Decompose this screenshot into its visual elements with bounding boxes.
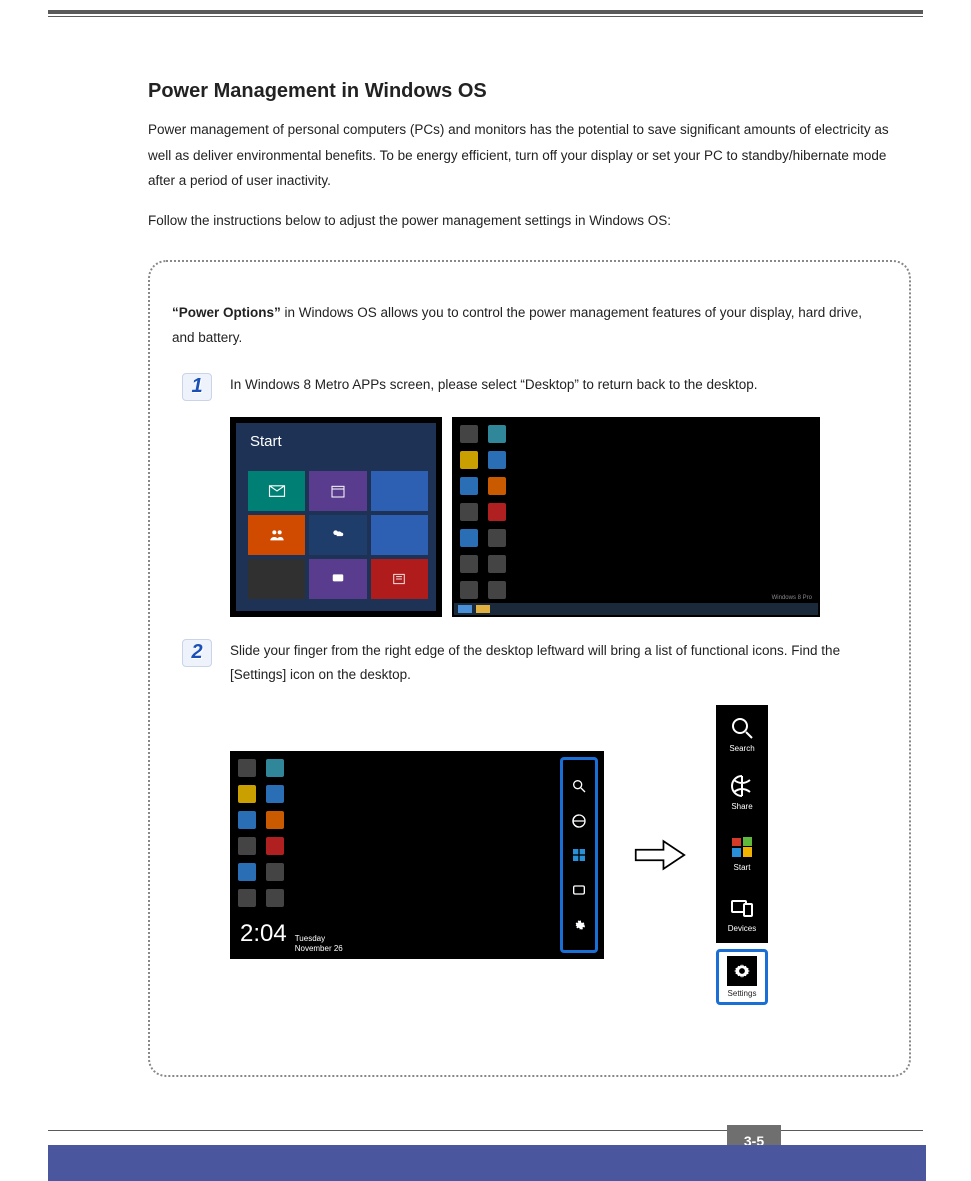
tile-calendar <box>309 471 366 511</box>
charm-search-label: Search <box>729 744 754 753</box>
desktop-icon <box>460 529 478 547</box>
charm-start-label: Start <box>734 863 751 872</box>
intro-paragraph-1: Power management of personal computers (… <box>148 117 911 194</box>
step1-screenshots: Start <box>230 417 887 617</box>
instructions-box: “Power Options” in Windows OS allows you… <box>148 260 911 1078</box>
desktop-icon <box>266 811 284 829</box>
desktop-icon <box>488 581 506 599</box>
charm-start: Start <box>716 821 768 885</box>
bottom-bar <box>48 1145 926 1181</box>
step-2-text: Slide your finger from the right edge of… <box>230 639 887 688</box>
settings-icon <box>569 914 589 936</box>
desktop-icon <box>488 425 506 443</box>
desktop-icon <box>238 759 256 777</box>
step-1: 1 In Windows 8 Metro APPs screen, please… <box>172 373 887 401</box>
clock-day: Tuesday <box>295 934 325 943</box>
windows-watermark: Windows 8 Pro <box>772 595 812 601</box>
page-content: Power Management in Windows OS Power man… <box>148 80 911 1077</box>
taskbar <box>454 603 818 615</box>
screenshot-start-screen: Start <box>230 417 442 617</box>
power-options-bold: “Power Options” <box>172 305 281 320</box>
tile-generic-1 <box>371 471 428 511</box>
devices-icon <box>569 879 589 901</box>
clock-date: November 26 <box>295 944 343 953</box>
search-icon <box>569 775 589 797</box>
desktop-icon <box>266 785 284 803</box>
charm-settings-highlighted: Settings <box>716 949 768 1005</box>
desktop-icon <box>460 581 478 599</box>
step-2-badge: 2 <box>182 639 212 667</box>
desktop-icon <box>488 555 506 573</box>
share-icon <box>569 810 589 832</box>
tile-news <box>371 559 428 599</box>
desktop-icon <box>460 425 478 443</box>
charm-devices-label: Devices <box>728 924 756 933</box>
desktop-icon <box>238 889 256 907</box>
tile-weather <box>309 515 366 555</box>
desktop-icon <box>460 477 478 495</box>
taskbar-item <box>476 605 490 613</box>
desktop-icon <box>488 451 506 469</box>
step-1-text: In Windows 8 Metro APPs screen, please s… <box>230 373 887 401</box>
step-2: 2 Slide your finger from the right edge … <box>172 639 887 688</box>
desktop-icon <box>460 555 478 573</box>
tile-desktop <box>248 559 305 599</box>
charms-bar-large: Search Share Start Devices <box>716 705 768 1005</box>
start-icon <box>569 844 589 866</box>
desktop-icon <box>266 863 284 881</box>
desktop-icon <box>460 503 478 521</box>
page-heading: Power Management in Windows OS <box>148 80 911 103</box>
desktop-icon <box>460 451 478 469</box>
box-lead: “Power Options” in Windows OS allows you… <box>172 300 887 351</box>
desktop-icon <box>238 785 256 803</box>
intro-paragraph-2: Follow the instructions below to adjust … <box>148 208 911 234</box>
arrow-right-icon <box>634 835 686 875</box>
tile-generic-2 <box>371 515 428 555</box>
tile-messaging <box>309 559 366 599</box>
desktop-icon <box>266 837 284 855</box>
desktop-icon <box>238 837 256 855</box>
desktop-icon <box>266 759 284 777</box>
desktop-icon <box>238 811 256 829</box>
charm-search: Search <box>716 705 768 763</box>
tile-people <box>248 515 305 555</box>
step2-visual: 2:04 Tuesday November 26 <box>230 705 887 1005</box>
screenshot-desktop-charms: 2:04 Tuesday November 26 <box>230 751 604 959</box>
desktop-icon <box>266 889 284 907</box>
bottom-rule <box>48 1130 923 1131</box>
top-rule <box>48 10 923 17</box>
desktop-icon <box>238 863 256 881</box>
desktop-icon <box>488 477 506 495</box>
charm-share: Share <box>716 763 768 821</box>
screenshot-desktop: Windows 8 Pro <box>452 417 820 617</box>
taskbar-item <box>458 605 472 613</box>
charm-devices: Devices <box>716 885 768 943</box>
charms-bar-mini <box>560 757 598 953</box>
clock-time: 2:04 <box>240 920 287 948</box>
desktop-icon <box>488 529 506 547</box>
desktop-icon <box>488 503 506 521</box>
start-label: Start <box>250 433 282 450</box>
tile-mail <box>248 471 305 511</box>
step-1-badge: 1 <box>182 373 212 401</box>
clock-overlay: 2:04 Tuesday November 26 <box>240 920 343 953</box>
charm-settings-label: Settings <box>728 989 757 998</box>
charm-share-label: Share <box>731 802 752 811</box>
